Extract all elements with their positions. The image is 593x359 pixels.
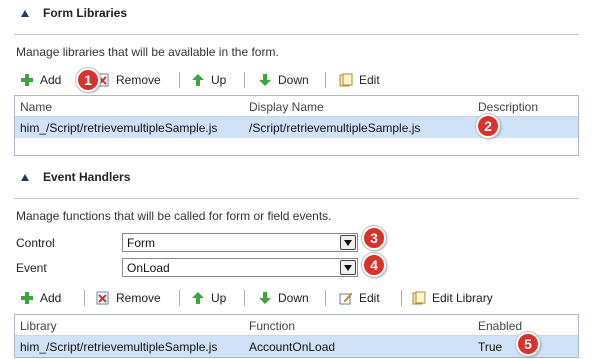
up-button-label: Up [211, 73, 227, 87]
cell-library: him_/Script/retrievemultipleSample.js [20, 340, 218, 354]
up-button[interactable]: Up [191, 69, 226, 91]
event-select[interactable]: OnLoad [122, 258, 358, 277]
column-header-enabled[interactable]: Enabled [478, 319, 522, 333]
add-button-label: Add [40, 73, 62, 87]
down-button-label: Down [278, 73, 309, 87]
event-handlers-header[interactable]: Event Handlers [0, 167, 593, 189]
remove-button-label: Remove [116, 73, 161, 87]
arrow-down-icon [259, 292, 271, 304]
up-button-label: Up [211, 291, 227, 305]
toolbar-separator [179, 72, 180, 88]
column-header-name[interactable]: Name [20, 100, 52, 114]
column-header-description[interactable]: Description [478, 100, 538, 114]
edit-icon [339, 73, 353, 87]
callout-badge-5: 5 [516, 332, 540, 356]
chevron-down-icon[interactable] [340, 235, 356, 250]
callout-badge-3: 3 [362, 226, 386, 250]
add-button[interactable]: Add [20, 69, 61, 91]
edit-library-button-label: Edit Library [432, 291, 493, 305]
callout-badge-4: 4 [362, 253, 386, 277]
edit-button-label: Edit [359, 73, 380, 87]
edit-button[interactable]: Edit [339, 69, 380, 91]
toolbar-separator [84, 290, 85, 306]
add-button[interactable]: Add [20, 287, 61, 309]
section-divider [14, 198, 579, 199]
toolbar-separator [401, 290, 402, 306]
collapse-triangle-icon[interactable] [21, 10, 29, 17]
arrow-up-icon [192, 292, 204, 304]
remove-button-label: Remove [116, 291, 161, 305]
arrow-down-icon [259, 74, 271, 86]
plus-icon [21, 292, 33, 304]
edit-button[interactable]: Edit [339, 287, 380, 309]
up-button[interactable]: Up [191, 287, 226, 309]
callout-badge-2: 2 [476, 114, 500, 138]
callout-badge-1: 1 [76, 68, 100, 92]
down-button[interactable]: Down [258, 287, 309, 309]
edit-pencil-icon [339, 292, 353, 305]
control-select-value: Form [127, 236, 155, 250]
edit-library-button[interactable]: Edit Library [412, 287, 493, 309]
remove-button[interactable]: Remove [96, 287, 161, 309]
control-label: Control [16, 236, 55, 250]
edit-button-label: Edit [359, 291, 380, 305]
event-handlers-toolbar: Add Remove Up Down Edit Edit Library [14, 287, 579, 309]
add-button-label: Add [40, 291, 62, 305]
remove-icon [96, 291, 109, 305]
toolbar-separator [244, 72, 245, 88]
section-description: Manage libraries that will be available … [16, 45, 279, 59]
arrow-up-icon [192, 74, 204, 86]
remove-button[interactable]: Remove [96, 69, 161, 91]
table-row[interactable]: him_/Script/retrievemultipleSample.js Ac… [15, 335, 578, 357]
grid-header: Library Function Enabled [15, 315, 578, 335]
toolbar-separator [325, 290, 326, 306]
chevron-down-icon[interactable] [340, 260, 356, 275]
column-header-library[interactable]: Library [20, 319, 57, 333]
grid-header: Name Display Name Description [15, 96, 578, 116]
down-button-label: Down [278, 291, 309, 305]
event-select-value: OnLoad [127, 261, 170, 275]
cell-function: AccountOnLoad [249, 340, 336, 354]
section-description: Manage functions that will be called for… [16, 209, 332, 223]
section-title: Event Handlers [43, 170, 131, 184]
plus-icon [21, 74, 33, 86]
column-header-function[interactable]: Function [249, 319, 295, 333]
collapse-triangle-icon[interactable] [21, 174, 29, 181]
library-icon [412, 291, 426, 305]
event-handlers-grid: Library Function Enabled him_/Script/ret… [14, 314, 579, 358]
cell-display-name: /Script/retrievemultipleSample.js [249, 121, 421, 135]
section-divider [14, 34, 579, 35]
form-libraries-header[interactable]: Form Libraries [0, 3, 593, 25]
toolbar-separator [325, 72, 326, 88]
event-label: Event [16, 261, 47, 275]
section-title: Form Libraries [43, 6, 128, 20]
control-select[interactable]: Form [122, 233, 358, 252]
down-button[interactable]: Down [258, 69, 309, 91]
toolbar-separator [244, 290, 245, 306]
column-header-display-name[interactable]: Display Name [249, 100, 324, 114]
toolbar-separator [179, 290, 180, 306]
cell-name: him_/Script/retrievemultipleSample.js [20, 121, 218, 135]
cell-enabled: True [478, 340, 503, 354]
